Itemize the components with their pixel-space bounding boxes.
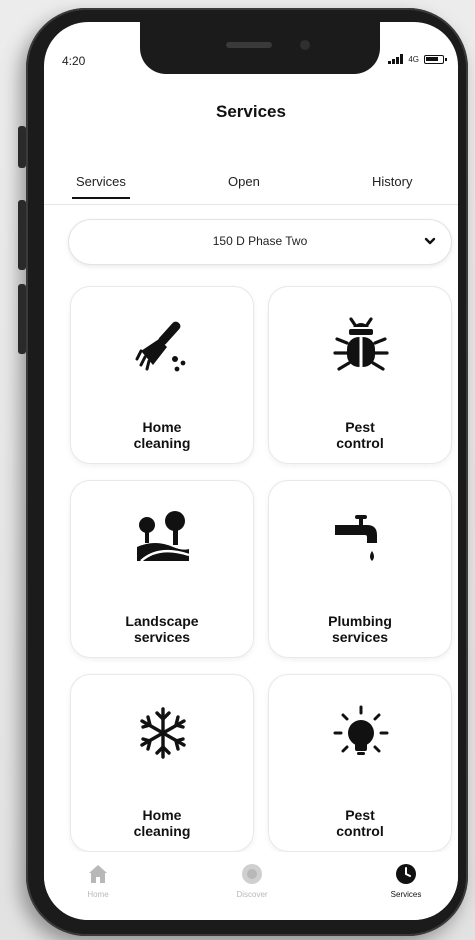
signal-icon	[388, 54, 404, 64]
nav-services[interactable]: Services	[366, 862, 446, 899]
home-icon	[89, 865, 107, 883]
nav-services-label: Services	[390, 890, 422, 899]
nav-home[interactable]: Home	[58, 862, 138, 899]
status-indicators: 4G	[388, 54, 447, 64]
status-time: 4:20	[62, 54, 86, 68]
service-card-label: Home cleaning	[133, 807, 191, 839]
bottom-nav: Home Discover Services	[44, 852, 458, 920]
volume-down-button	[18, 284, 26, 354]
tab-divider	[44, 204, 458, 205]
service-card-label: Pest control	[336, 419, 384, 451]
service-card-home-cleaning[interactable]: Home cleaning	[70, 286, 254, 464]
mute-switch	[18, 126, 26, 168]
broom-icon	[135, 321, 186, 372]
service-card-label: Landscape services	[125, 613, 199, 645]
phone-screen: 4:20 4G Services Services Open History 1…	[44, 22, 458, 920]
service-card-label: Plumbing services	[328, 613, 392, 645]
battery-icon	[424, 54, 447, 64]
nav-home-label: Home	[87, 890, 109, 899]
location-select-value: 150 D Phase Two	[212, 234, 308, 248]
page-title: Services	[216, 102, 286, 121]
discover-icon	[242, 864, 262, 884]
service-card-plumbing-services[interactable]: Plumbing services	[268, 480, 452, 658]
snowflake-icon	[140, 707, 186, 759]
trees-icon	[137, 511, 190, 562]
lightbulb-icon	[333, 705, 389, 755]
nav-discover-label: Discover	[236, 890, 268, 899]
service-card-landscape-services[interactable]: Landscape services	[70, 480, 254, 658]
chevron-down-icon	[424, 237, 436, 245]
volume-up-button	[18, 200, 26, 270]
front-camera	[300, 40, 310, 50]
notch	[140, 22, 380, 74]
tab-services[interactable]: Services	[72, 174, 130, 199]
service-card-home-cleaning-2[interactable]: Home cleaning	[70, 674, 254, 852]
speaker	[226, 42, 272, 48]
faucet-icon	[335, 515, 377, 561]
network-type: 4G	[408, 54, 419, 64]
service-card-label: Home cleaning	[133, 419, 191, 451]
bug-icon	[333, 317, 389, 371]
clock-icon	[396, 864, 416, 884]
nav-discover[interactable]: Discover	[212, 862, 292, 899]
location-select[interactable]: 150 D Phase Two	[68, 219, 452, 265]
service-card-label: Pest control	[336, 807, 384, 839]
tab-open[interactable]: Open	[228, 174, 260, 189]
tab-history[interactable]: History	[372, 174, 412, 189]
service-card-pest-control-2[interactable]: Pest control	[268, 674, 452, 852]
tab-bar: Services Open History	[44, 174, 458, 208]
service-card-pest-control[interactable]: Pest control	[268, 286, 452, 464]
